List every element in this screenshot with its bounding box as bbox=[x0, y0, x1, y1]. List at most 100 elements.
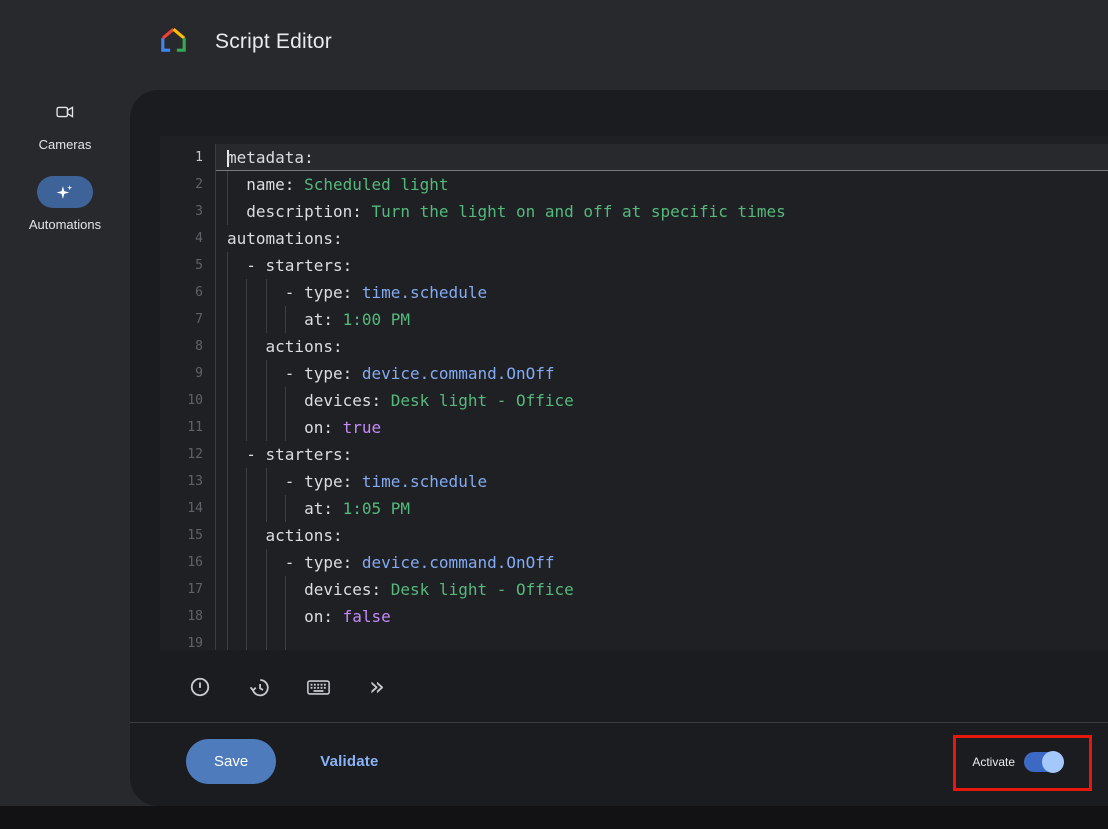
code-token: device.command.OnOff bbox=[362, 553, 555, 572]
camera-icon bbox=[37, 96, 93, 128]
sidebar-item-label: Automations bbox=[29, 217, 101, 232]
code-lines: 1metadata:2name: Scheduled light3descrip… bbox=[160, 144, 1108, 650]
line-number: 6 bbox=[160, 279, 216, 306]
editor-toolbar: » bbox=[130, 650, 1108, 708]
code-token: on: bbox=[304, 607, 343, 626]
code-token: 1:00 PM bbox=[343, 310, 410, 329]
indent-guide bbox=[227, 171, 246, 198]
code-token: description: bbox=[246, 202, 371, 221]
code-line[interactable]: 4automations: bbox=[160, 225, 1108, 252]
code-line[interactable]: 5- starters: bbox=[160, 252, 1108, 279]
code-editor[interactable]: 1metadata:2name: Scheduled light3descrip… bbox=[160, 136, 1108, 650]
code-token: - type: bbox=[285, 472, 362, 491]
history-icon[interactable] bbox=[246, 674, 272, 700]
line-number: 12 bbox=[160, 441, 216, 468]
editor-footer: Save Validate Activate bbox=[130, 722, 1108, 806]
line-number: 11 bbox=[160, 414, 216, 441]
indent-guide bbox=[246, 468, 265, 495]
indent-guide bbox=[246, 630, 265, 650]
indent-guide bbox=[285, 306, 304, 333]
indent-guide bbox=[227, 441, 246, 468]
indent-guide bbox=[227, 603, 246, 630]
sidebar-item-cameras[interactable]: Cameras bbox=[37, 96, 93, 152]
indent-guide bbox=[246, 522, 265, 549]
indent-guide bbox=[246, 603, 265, 630]
code-token: true bbox=[343, 418, 382, 437]
code-token: name: bbox=[246, 175, 304, 194]
code-token: - type: bbox=[285, 553, 362, 572]
indent-guide bbox=[227, 630, 246, 650]
indent-guide bbox=[246, 414, 265, 441]
code-line[interactable]: 1metadata: bbox=[160, 144, 1108, 171]
code-token: - starters: bbox=[246, 445, 352, 464]
indent-guide bbox=[227, 306, 246, 333]
code-line[interactable]: 17devices: Desk light - Office bbox=[160, 576, 1108, 603]
code-token: actions: bbox=[266, 337, 343, 356]
code-token: actions: bbox=[266, 526, 343, 545]
code-line[interactable]: 16- type: device.command.OnOff bbox=[160, 549, 1108, 576]
line-number: 19 bbox=[160, 630, 216, 650]
line-number: 8 bbox=[160, 333, 216, 360]
code-token: at: bbox=[304, 499, 343, 518]
indent-guide bbox=[246, 549, 265, 576]
activate-label: Activate bbox=[972, 755, 1015, 769]
code-line[interactable]: 19 bbox=[160, 630, 1108, 650]
sidebar-item-label: Cameras bbox=[39, 137, 92, 152]
save-button[interactable]: Save bbox=[186, 739, 276, 784]
indent-guide bbox=[227, 252, 246, 279]
code-token: time.schedule bbox=[362, 472, 487, 491]
indent-guide bbox=[266, 576, 285, 603]
toggle-thumb bbox=[1042, 751, 1064, 773]
app-header: Script Editor bbox=[0, 0, 1108, 84]
indent-guide bbox=[227, 468, 246, 495]
indent-guide bbox=[266, 414, 285, 441]
indent-guide bbox=[266, 306, 285, 333]
code-token: Turn the light on and off at specific ti… bbox=[372, 202, 786, 221]
code-token: Desk light - Office bbox=[391, 391, 574, 410]
code-token: devices: bbox=[304, 391, 391, 410]
code-line[interactable]: 14at: 1:05 PM bbox=[160, 495, 1108, 522]
indent-guide bbox=[266, 549, 285, 576]
code-line[interactable]: 8 actions: bbox=[160, 333, 1108, 360]
code-line[interactable]: 6- type: time.schedule bbox=[160, 279, 1108, 306]
code-line[interactable]: 3description: Turn the light on and off … bbox=[160, 198, 1108, 225]
line-number: 4 bbox=[160, 225, 216, 252]
code-line[interactable]: 15 actions: bbox=[160, 522, 1108, 549]
indent-guide bbox=[266, 387, 285, 414]
validate-button[interactable]: Validate bbox=[314, 752, 384, 771]
indent-guide bbox=[227, 414, 246, 441]
activate-toggle[interactable] bbox=[1024, 752, 1062, 772]
line-number: 15 bbox=[160, 522, 216, 549]
indent-guide bbox=[285, 495, 304, 522]
editor-card: 1metadata:2name: Scheduled light3descrip… bbox=[130, 90, 1108, 806]
more-icon[interactable]: » bbox=[364, 674, 390, 700]
indent-guide bbox=[285, 630, 304, 650]
indent-guide bbox=[246, 495, 265, 522]
code-token: device.command.OnOff bbox=[362, 364, 555, 383]
code-token: Desk light - Office bbox=[391, 580, 574, 599]
indent-guide bbox=[285, 576, 304, 603]
line-number: 9 bbox=[160, 360, 216, 387]
indent-guide bbox=[285, 414, 304, 441]
indent-guide bbox=[266, 468, 285, 495]
code-line[interactable]: 18on: false bbox=[160, 603, 1108, 630]
code-line[interactable]: 10devices: Desk light - Office bbox=[160, 387, 1108, 414]
code-line[interactable]: 13- type: time.schedule bbox=[160, 468, 1108, 495]
code-line[interactable]: 2name: Scheduled light bbox=[160, 171, 1108, 198]
indent-guide bbox=[266, 630, 285, 650]
indent-guide bbox=[266, 360, 285, 387]
code-line[interactable]: 11on: true bbox=[160, 414, 1108, 441]
code-line[interactable]: 9- type: device.command.OnOff bbox=[160, 360, 1108, 387]
problems-icon[interactable] bbox=[187, 674, 213, 700]
indent-guide bbox=[227, 279, 246, 306]
sidebar-item-automations[interactable]: Automations bbox=[29, 176, 101, 232]
indent-guide bbox=[285, 603, 304, 630]
indent-guide bbox=[285, 387, 304, 414]
indent-guide bbox=[227, 495, 246, 522]
keyboard-icon[interactable] bbox=[305, 674, 331, 700]
page-title: Script Editor bbox=[215, 30, 332, 54]
code-line[interactable]: 12 - starters: bbox=[160, 441, 1108, 468]
code-line[interactable]: 7at: 1:00 PM bbox=[160, 306, 1108, 333]
indent-guide bbox=[227, 387, 246, 414]
line-number: 18 bbox=[160, 603, 216, 630]
